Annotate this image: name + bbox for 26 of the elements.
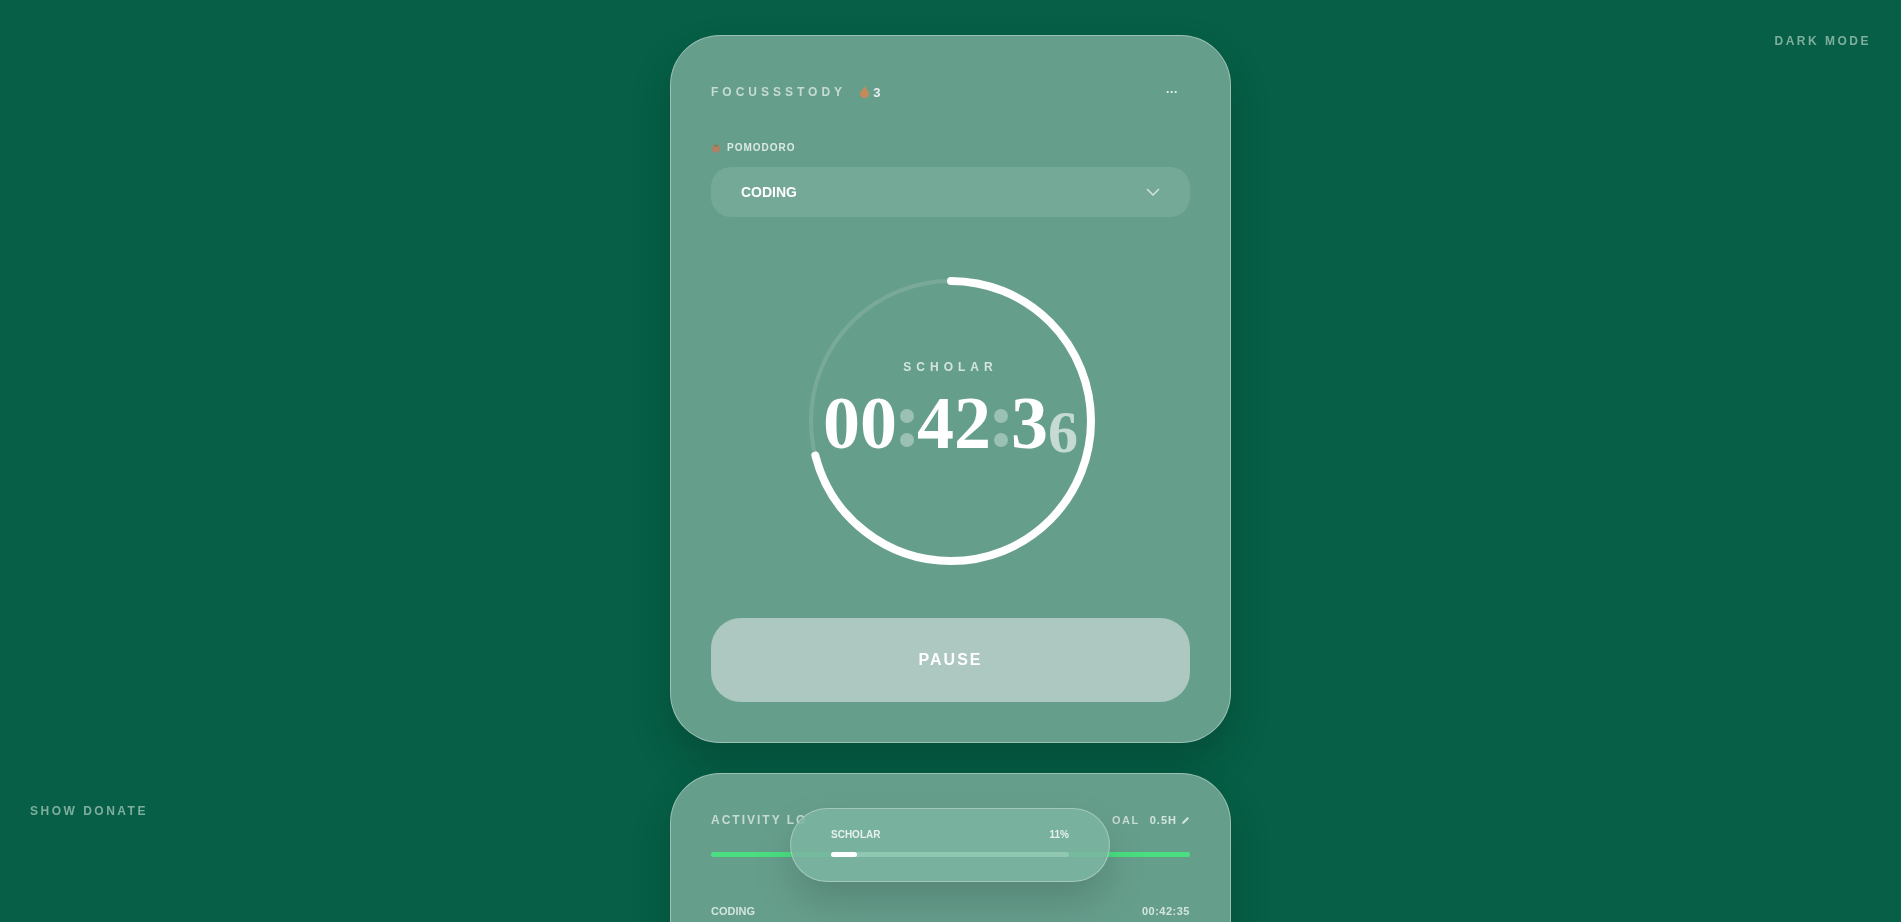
dark-mode-link[interactable]: DARK MODE [1774, 34, 1871, 48]
activity-time: 00:42:35 [1141, 905, 1190, 917]
app-title: FOCUSSSTODY [711, 85, 847, 99]
rolling-digit: 6 [1048, 402, 1078, 462]
activity-name: CODING [711, 905, 755, 917]
colon-separator [994, 409, 1008, 447]
goal-label: OAL [1112, 814, 1140, 826]
pause-button[interactable]: PAUSE [711, 618, 1190, 702]
activity-log-title: ACTIVITY LO [711, 813, 808, 827]
streak-count: 3 [873, 84, 881, 100]
rank-percent: 11% [1049, 829, 1069, 840]
chevron-down-icon [1146, 188, 1160, 196]
colon-separator [900, 409, 914, 447]
timer-digits: 00 [823, 386, 897, 460]
category-dropdown[interactable]: CODING [711, 167, 1190, 217]
goal-value: 0.5H [1149, 814, 1177, 826]
menu-button[interactable]: ··· [1166, 85, 1178, 99]
rank-label: SCHOLAR [903, 360, 998, 374]
rank-name: SCHOLAR [831, 829, 881, 840]
timer-digits: 3 [1011, 386, 1048, 460]
pencil-icon[interactable] [1181, 815, 1190, 825]
timer-digits: 42 [917, 386, 991, 460]
show-donate-link[interactable]: SHOW DONATE [30, 804, 148, 818]
tomato-icon [711, 142, 721, 153]
mode-label: POMODORO [727, 142, 796, 153]
flame-icon [860, 86, 870, 98]
